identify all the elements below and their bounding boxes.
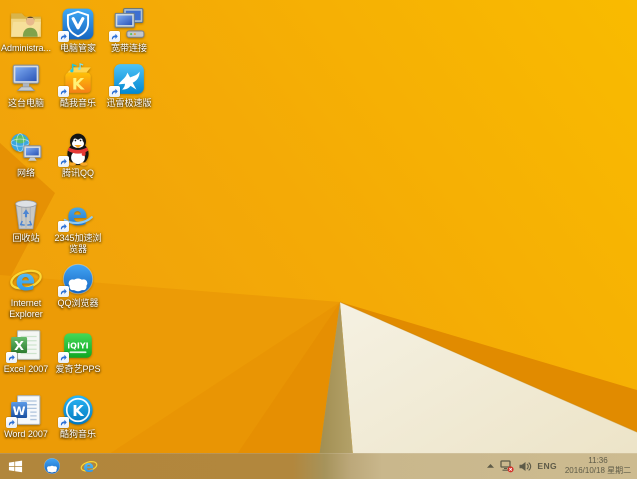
desktop-icon-network[interactable]: 网络 [0, 132, 52, 179]
icon-label: Internet Explorer [9, 298, 43, 319]
language-indicator[interactable]: ENG [537, 461, 557, 471]
icon-label: 爱奇艺PPS [55, 364, 101, 374]
icon-label: Administra... [0, 43, 51, 53]
system-tray: ENG 11:36 2016/10/18 星期二 [486, 453, 637, 479]
icon-label: 电脑管家 [59, 43, 96, 53]
shortcut-arrow-icon [58, 352, 69, 363]
app-icon [9, 132, 43, 166]
icon-label: Word 2007 [4, 429, 48, 439]
clock[interactable]: 11:36 2016/10/18 星期二 [562, 456, 634, 477]
speaker-icon [519, 461, 532, 471]
app-icon [9, 62, 43, 96]
desktop-icon-qq-browser[interactable]: QQ浏览器 [52, 262, 104, 309]
shortcut-arrow-icon [6, 352, 17, 363]
icon-label: 回收站 [12, 233, 40, 243]
desktop-icon-kuwo-music[interactable]: 酷我音乐 [52, 62, 104, 109]
desktop-icon-this-pc[interactable]: 这台电脑 [0, 62, 52, 109]
taskbar-internet-explorer-button[interactable] [76, 453, 102, 479]
app-icon [80, 457, 98, 475]
icon-label: 这台电脑 [7, 98, 44, 108]
icon-label: 宽带连接 [110, 43, 147, 53]
icon-label: 酷我音乐 [59, 98, 96, 108]
taskbar: ENG 11:36 2016/10/18 星期二 [0, 453, 637, 479]
windows-logo-icon [8, 460, 22, 472]
desktop-icon-tencent-qq[interactable]: 腾讯QQ [52, 132, 104, 179]
shortcut-arrow-icon [6, 417, 17, 428]
icon-label: 网络 [16, 168, 35, 178]
desktop-icon-xunlei-speed[interactable]: 迅雷极速版 [103, 62, 155, 109]
show-hidden-icons-button[interactable] [486, 462, 495, 470]
icon-label: Excel 2007 [3, 364, 49, 374]
chevron-up-icon [487, 464, 495, 468]
desktop-icon-recycle-bin[interactable]: 回收站 [0, 197, 52, 244]
shortcut-arrow-icon [58, 286, 69, 297]
desktop-icon-word-2007[interactable]: Word 2007 [0, 393, 52, 440]
shortcut-arrow-icon [58, 86, 69, 97]
desktop: Administra... 电脑管家 宽带连接 这台电脑 酷我音乐 迅雷极速版 … [0, 0, 637, 479]
desktop-icon-2345-browser[interactable]: 2345加速浏览器 [52, 197, 104, 255]
shortcut-arrow-icon [58, 221, 69, 232]
desktop-icon-iqiyi-pps[interactable]: 爱奇艺PPS [52, 328, 104, 375]
network-error-icon [500, 459, 514, 472]
icon-label: 酷狗音乐 [59, 429, 96, 439]
volume-icon[interactable] [519, 461, 532, 472]
desktop-icon-broadband-connection[interactable]: 宽带连接 [103, 7, 155, 54]
taskbar-qq-browser-button[interactable] [39, 453, 65, 479]
app-icon [9, 197, 43, 231]
icon-label: 腾讯QQ [61, 168, 94, 178]
desktop-icon-internet-explorer[interactable]: Internet Explorer [0, 262, 52, 320]
icon-label: QQ浏览器 [57, 298, 99, 308]
network-status-icon[interactable] [500, 459, 514, 473]
clock-time: 11:36 [588, 455, 608, 465]
desktop-icon-administrator-folder[interactable]: Administra... [0, 7, 52, 54]
desktop-icons: Administra... 电脑管家 宽带连接 这台电脑 酷我音乐 迅雷极速版 … [0, 0, 637, 453]
shortcut-arrow-icon [58, 417, 69, 428]
shortcut-arrow-icon [58, 156, 69, 167]
shortcut-arrow-icon [109, 31, 120, 42]
desktop-icon-excel-2007[interactable]: Excel 2007 [0, 328, 52, 375]
start-button[interactable] [2, 453, 28, 479]
desktop-icon-pc-manager[interactable]: 电脑管家 [52, 7, 104, 54]
app-icon [43, 457, 61, 475]
app-icon [9, 7, 43, 41]
app-icon [9, 262, 43, 296]
shortcut-arrow-icon [58, 31, 69, 42]
icon-label: 2345加速浏览器 [54, 233, 102, 254]
shortcut-arrow-icon [109, 86, 120, 97]
desktop-icon-kugou-music[interactable]: 酷狗音乐 [52, 393, 104, 440]
clock-date: 2016/10/18 星期二 [564, 466, 632, 475]
icon-label: 迅雷极速版 [106, 98, 152, 108]
taskbar-pinned-apps [39, 453, 102, 479]
